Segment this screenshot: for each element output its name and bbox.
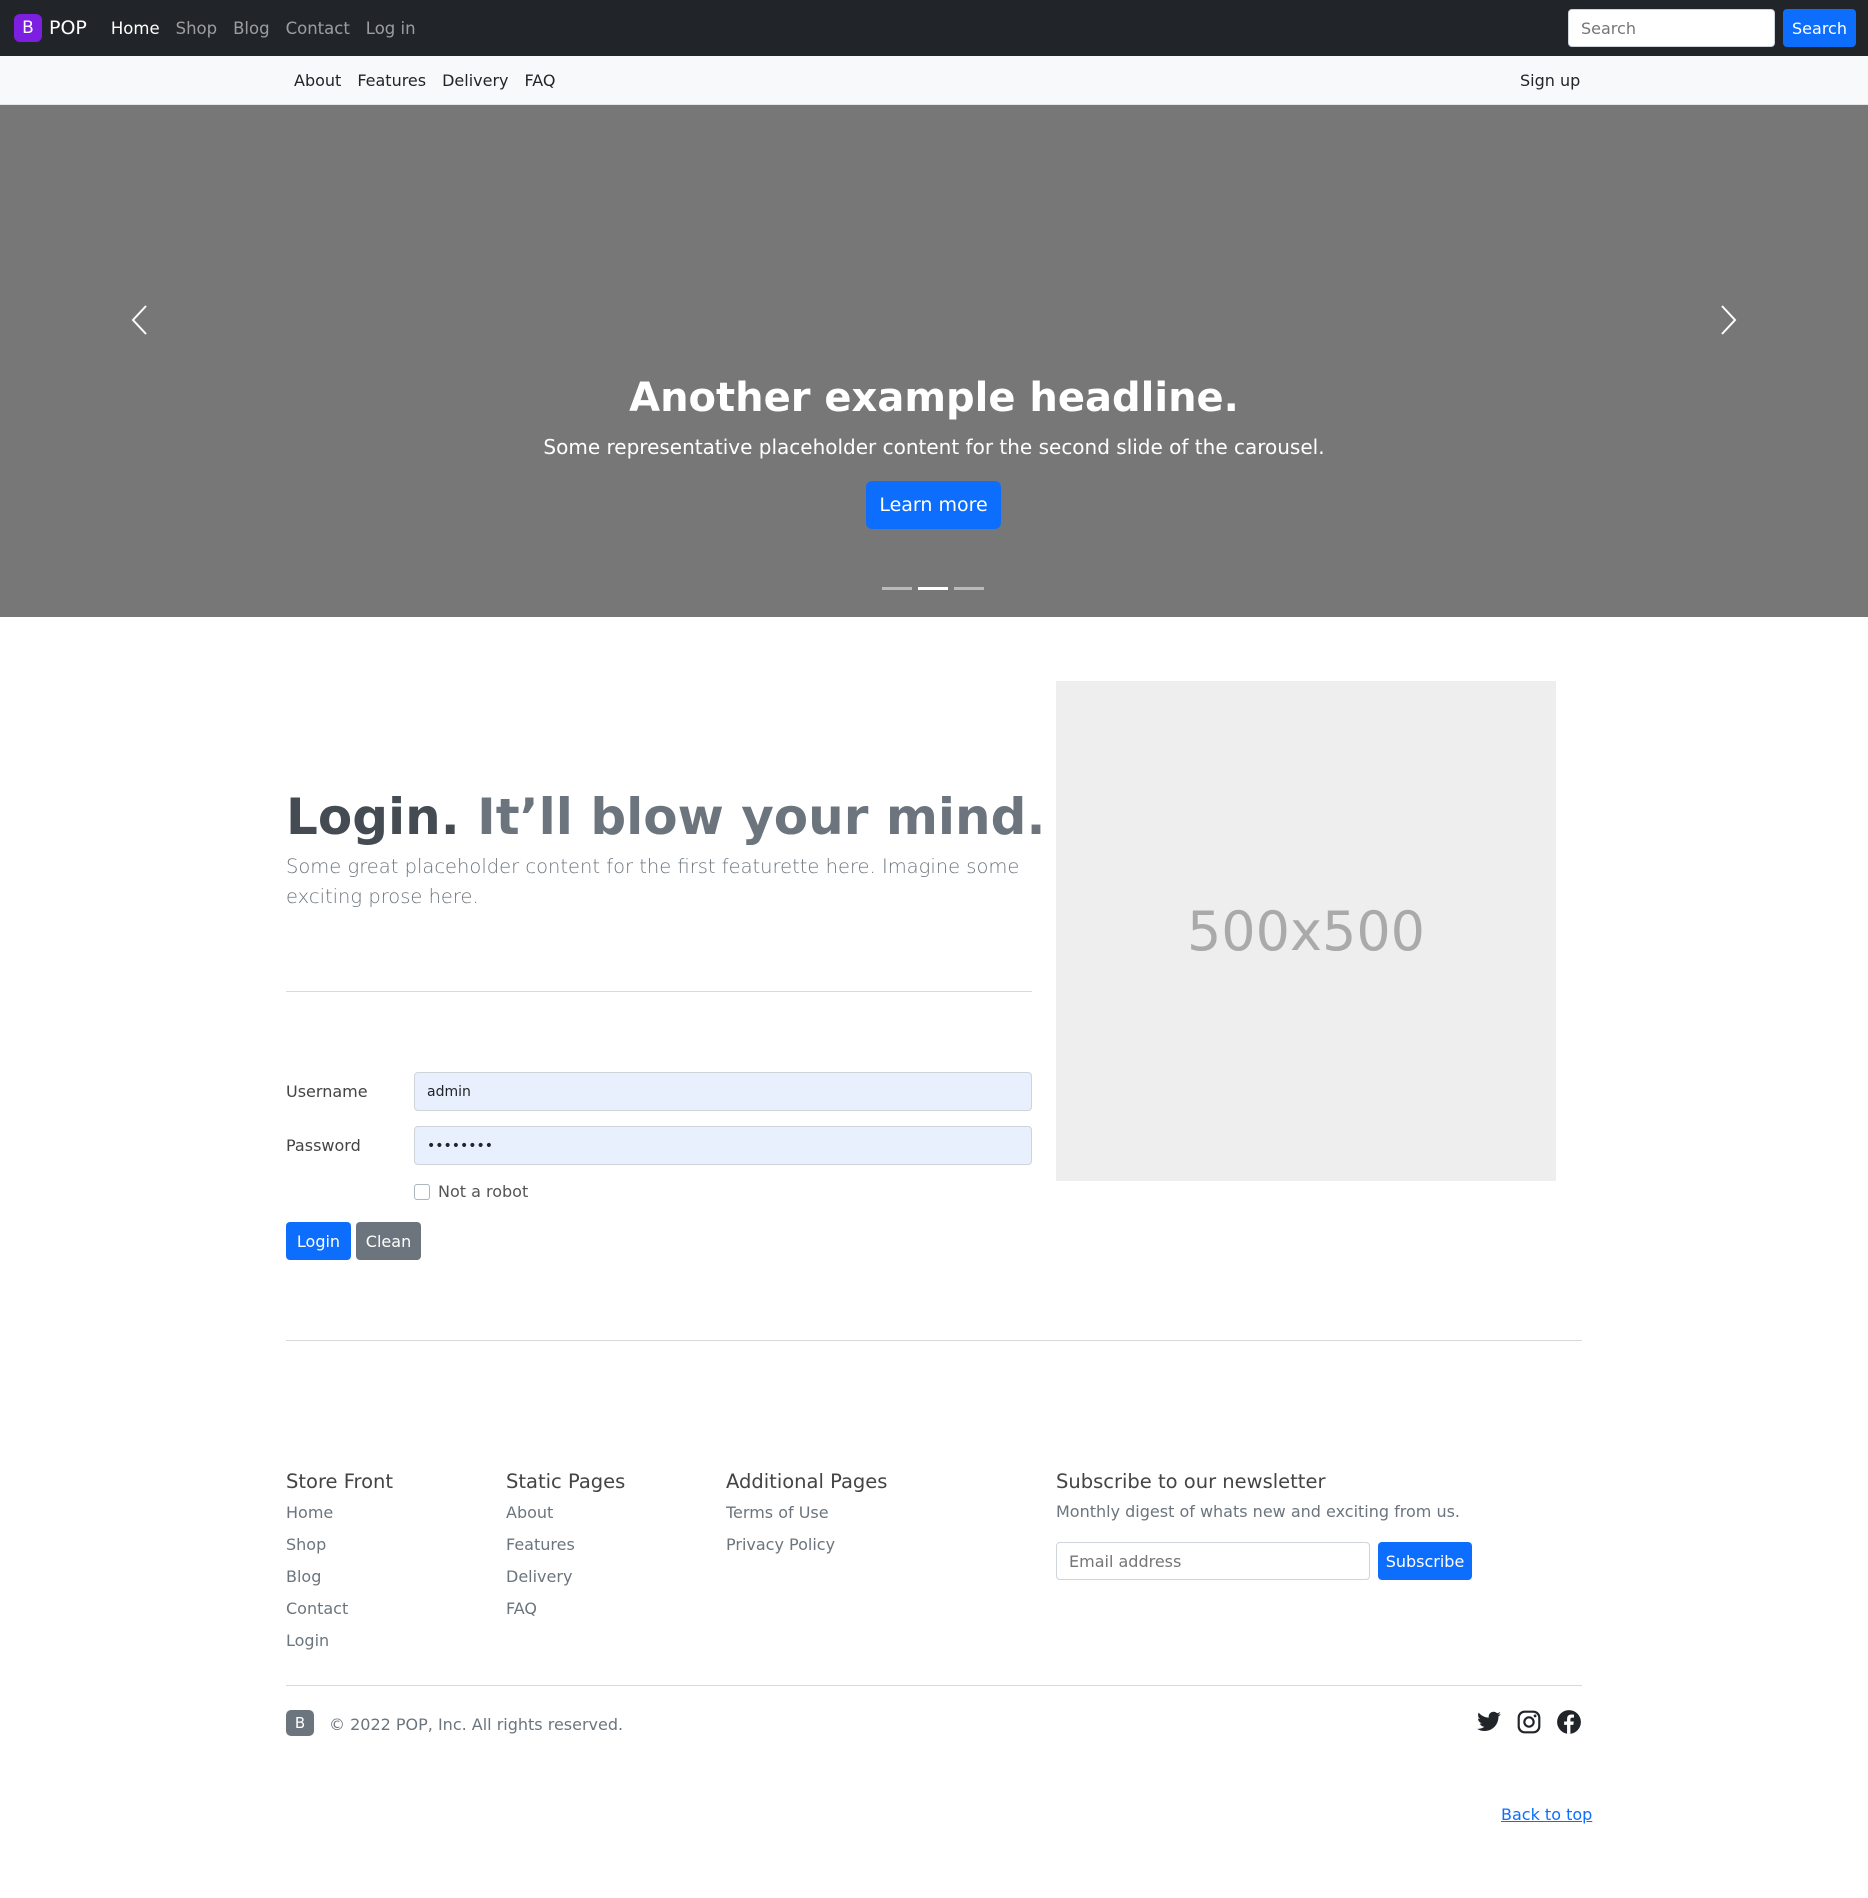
- not-a-robot-label[interactable]: Not a robot: [438, 1182, 528, 1201]
- carousel-indicators: [882, 587, 990, 590]
- brand-name: POP: [49, 17, 87, 39]
- newsletter-description: Monthly digest of whats new and exciting…: [1056, 1502, 1460, 1521]
- search-button[interactable]: Search: [1783, 9, 1856, 47]
- placeholder-image: 500x500: [1056, 681, 1556, 1181]
- footer-link-features[interactable]: Features: [506, 1534, 625, 1566]
- chevron-left-icon: [131, 305, 147, 335]
- secondary-nav-links: About Features Delivery FAQ: [294, 56, 572, 105]
- footer-column-static-pages: Static Pages About Features Delivery FAQ: [506, 1470, 625, 1630]
- footer-column-additional-pages: Additional Pages Terms of Use Privacy Po…: [726, 1470, 887, 1566]
- twitter-icon-graphic: [1477, 1711, 1501, 1731]
- copyright-text: © 2022 POP, Inc. All rights reserved.: [329, 1715, 624, 1734]
- learn-more-button[interactable]: Learn more: [866, 481, 1001, 529]
- featurette-heading-main: Login.: [286, 788, 460, 846]
- footer-link-login[interactable]: Login: [286, 1630, 393, 1662]
- not-a-robot-checkbox[interactable]: [414, 1184, 430, 1200]
- featurette-heading: Login. It’ll blow your mind.: [286, 788, 1045, 846]
- search-input[interactable]: [1568, 9, 1775, 47]
- featurette-heading-muted: It’ll blow your mind.: [477, 788, 1046, 846]
- newsletter-section: Subscribe to our newsletter Monthly dige…: [1056, 1470, 1460, 1535]
- bootstrap-logo-icon: B: [14, 14, 42, 42]
- instagram-icon[interactable]: [1516, 1709, 1542, 1735]
- newsletter-title: Subscribe to our newsletter: [1056, 1470, 1326, 1493]
- footer-column-store-front: Store Front Home Shop Blog Contact Login: [286, 1470, 393, 1662]
- secondary-navbar: About Features Delivery FAQ Sign up: [0, 56, 1868, 105]
- divider: [286, 1685, 1582, 1686]
- subnav-link-about[interactable]: About: [294, 71, 341, 90]
- brand-link[interactable]: B POP: [14, 14, 87, 42]
- nav-link-home[interactable]: Home: [111, 19, 160, 38]
- footer-column-title: Additional Pages: [726, 1470, 888, 1493]
- password-label: Password: [286, 1136, 361, 1155]
- back-to-top-link[interactable]: Back to top: [1501, 1805, 1592, 1824]
- carousel-prev-button[interactable]: [120, 300, 160, 340]
- carousel-indicator-3[interactable]: [954, 587, 984, 590]
- footer-link-delivery[interactable]: Delivery: [506, 1566, 625, 1598]
- carousel-indicator-2[interactable]: [918, 587, 948, 590]
- featurette-description: Some great placeholder content for the f…: [286, 855, 1020, 908]
- footer-link-contact[interactable]: Contact: [286, 1598, 393, 1630]
- facebook-icon[interactable]: [1556, 1709, 1582, 1735]
- nav-link-blog[interactable]: Blog: [233, 19, 269, 38]
- top-navbar: B POP Home Shop Blog Contact Log in Sear…: [0, 0, 1868, 56]
- nav-link-contact[interactable]: Contact: [286, 19, 350, 38]
- footer-link-privacy[interactable]: Privacy Policy: [726, 1534, 887, 1566]
- footer-link-home[interactable]: Home: [286, 1502, 393, 1534]
- login-button[interactable]: Login: [286, 1222, 351, 1260]
- nav-link-shop[interactable]: Shop: [176, 19, 218, 38]
- footer-link-faq[interactable]: FAQ: [506, 1598, 625, 1630]
- carousel-headline: Another example headline.: [629, 375, 1239, 421]
- carousel-indicator-1[interactable]: [882, 587, 912, 590]
- footer-link-about[interactable]: About: [506, 1502, 625, 1534]
- top-nav-links: Home Shop Blog Contact Log in: [111, 19, 432, 38]
- divider: [286, 1340, 1582, 1341]
- subnav-link-delivery[interactable]: Delivery: [442, 71, 508, 90]
- subnav-link-features[interactable]: Features: [357, 71, 426, 90]
- footer-bootstrap-logo-icon[interactable]: B: [286, 1710, 314, 1736]
- clean-button[interactable]: Clean: [356, 1222, 421, 1260]
- footer-link-terms[interactable]: Terms of Use: [726, 1502, 887, 1534]
- carousel-subtext: Some representative placeholder content …: [543, 435, 1325, 459]
- username-label: Username: [286, 1082, 368, 1101]
- username-value: admin: [427, 1083, 471, 1100]
- nav-link-login[interactable]: Log in: [366, 19, 416, 38]
- facebook-icon-graphic: [1557, 1710, 1581, 1734]
- divider: [286, 991, 1032, 992]
- twitter-icon[interactable]: [1476, 1709, 1502, 1735]
- password-field[interactable]: ••••••••: [414, 1126, 1032, 1165]
- footer-link-blog[interactable]: Blog: [286, 1566, 393, 1598]
- instagram-icon-graphic: [1517, 1710, 1541, 1734]
- newsletter-email-input[interactable]: [1056, 1542, 1370, 1580]
- footer-link-shop[interactable]: Shop: [286, 1534, 393, 1566]
- subnav-link-faq[interactable]: FAQ: [525, 71, 556, 90]
- signup-link[interactable]: Sign up: [1520, 56, 1580, 105]
- chevron-right-icon: [1721, 305, 1737, 335]
- placeholder-image-label: 500x500: [1186, 899, 1426, 963]
- username-field[interactable]: admin: [414, 1072, 1032, 1111]
- subscribe-button[interactable]: Subscribe: [1378, 1542, 1472, 1580]
- hero-carousel: Another example headline. Some represent…: [0, 105, 1868, 617]
- footer-column-title: Static Pages: [506, 1470, 626, 1493]
- carousel-next-button[interactable]: [1708, 300, 1748, 340]
- footer-column-title: Store Front: [286, 1470, 394, 1493]
- password-value: ••••••••: [427, 1137, 494, 1154]
